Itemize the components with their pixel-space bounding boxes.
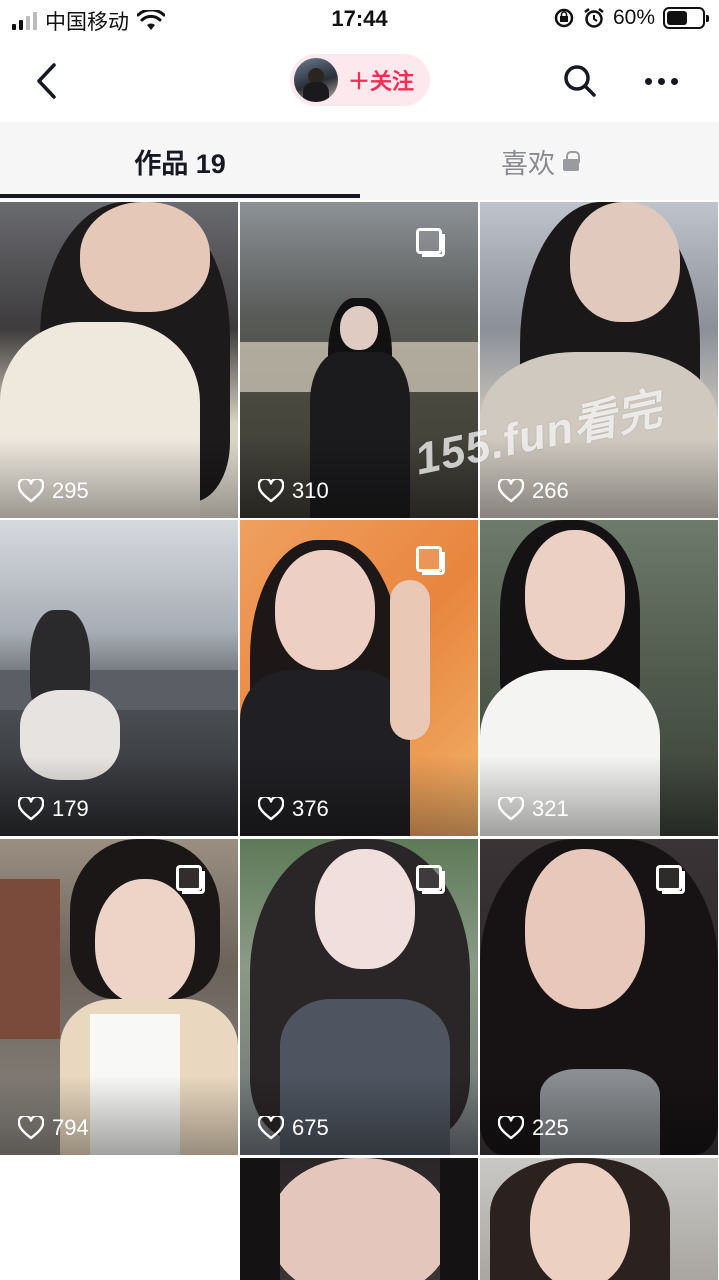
- tab-works[interactable]: 作品 19: [0, 122, 360, 200]
- likes-count: 310: [292, 478, 329, 503]
- back-button[interactable]: [24, 59, 68, 103]
- heart-icon: [498, 479, 524, 503]
- post-thumbnail[interactable]: 225: [480, 839, 718, 1155]
- post-thumbnail[interactable]: 266: [480, 202, 718, 518]
- tab-likes[interactable]: 喜欢: [360, 122, 719, 200]
- likes-count: 266: [532, 478, 569, 503]
- tab-likes-label: 喜欢: [501, 148, 555, 179]
- post-likes: 266: [498, 478, 569, 504]
- more-dots-icon: [644, 77, 652, 85]
- profile-tabs: 作品 19 喜欢: [0, 122, 719, 200]
- likes-count: 376: [292, 796, 329, 821]
- post-likes: 675: [258, 1115, 329, 1141]
- post-thumbnail[interactable]: 295: [0, 202, 238, 518]
- post-thumbnail[interactable]: [480, 1158, 718, 1280]
- post-thumbnail[interactable]: 376: [240, 520, 478, 836]
- heart-icon: [258, 797, 284, 821]
- rotation-lock-icon: [554, 8, 574, 28]
- chevron-left-icon: [37, 63, 56, 99]
- multi-image-icon: [416, 546, 445, 575]
- battery-percent: 60%: [612, 6, 655, 29]
- heart-icon: [258, 1116, 284, 1140]
- alarm-icon: [584, 8, 604, 28]
- likes-count: 321: [532, 796, 569, 821]
- post-likes: 179: [18, 796, 89, 822]
- post-likes: 295: [18, 478, 89, 504]
- heart-icon: [258, 479, 284, 503]
- post-thumbnail[interactable]: 179: [0, 520, 238, 836]
- post-thumbnail[interactable]: 675: [240, 839, 478, 1155]
- avatar[interactable]: [294, 58, 338, 102]
- likes-count: 179: [52, 796, 89, 821]
- multi-image-icon: [656, 865, 685, 894]
- post-thumbnail[interactable]: 321: [480, 520, 718, 836]
- post-thumbnail[interactable]: 310: [240, 202, 478, 518]
- post-likes: 321: [498, 796, 569, 822]
- heart-icon: [498, 797, 524, 821]
- multi-image-icon: [416, 228, 445, 257]
- status-bar: 中国移动 17:44 60%: [0, 0, 719, 40]
- likes-count: 295: [52, 478, 89, 503]
- likes-count: 675: [292, 1115, 329, 1140]
- likes-count: 794: [52, 1115, 89, 1140]
- likes-count: 225: [532, 1115, 569, 1140]
- heart-icon: [18, 797, 44, 821]
- multi-image-icon: [416, 865, 445, 894]
- post-thumbnail-empty: [0, 1158, 238, 1280]
- status-right: 60%: [553, 6, 709, 30]
- post-likes: 225: [498, 1115, 569, 1141]
- multi-image-icon: [176, 865, 205, 894]
- follow-button[interactable]: ＋关注: [290, 54, 431, 106]
- tab-works-label: 作品 19: [134, 148, 226, 179]
- heart-icon: [18, 1116, 44, 1140]
- post-likes: 310: [258, 478, 329, 504]
- lock-icon: [563, 151, 580, 171]
- more-button[interactable]: [636, 59, 686, 103]
- post-likes: 376: [258, 796, 329, 822]
- battery-icon: [663, 7, 709, 29]
- post-thumbnail[interactable]: 794: [0, 839, 238, 1155]
- search-icon: [564, 65, 596, 97]
- battery-level: [667, 11, 688, 25]
- profile-nav-bar: ＋关注: [0, 45, 719, 119]
- posts-grid: 295 310 266 179 376 321 794 675 225 155.…: [0, 202, 719, 1280]
- post-likes: 794: [18, 1115, 89, 1141]
- heart-icon: [18, 479, 44, 503]
- heart-icon: [498, 1116, 524, 1140]
- search-button[interactable]: [558, 59, 602, 103]
- post-thumbnail[interactable]: [240, 1158, 478, 1280]
- follow-label: ＋关注: [348, 69, 415, 94]
- tab-active-indicator: [0, 194, 360, 198]
